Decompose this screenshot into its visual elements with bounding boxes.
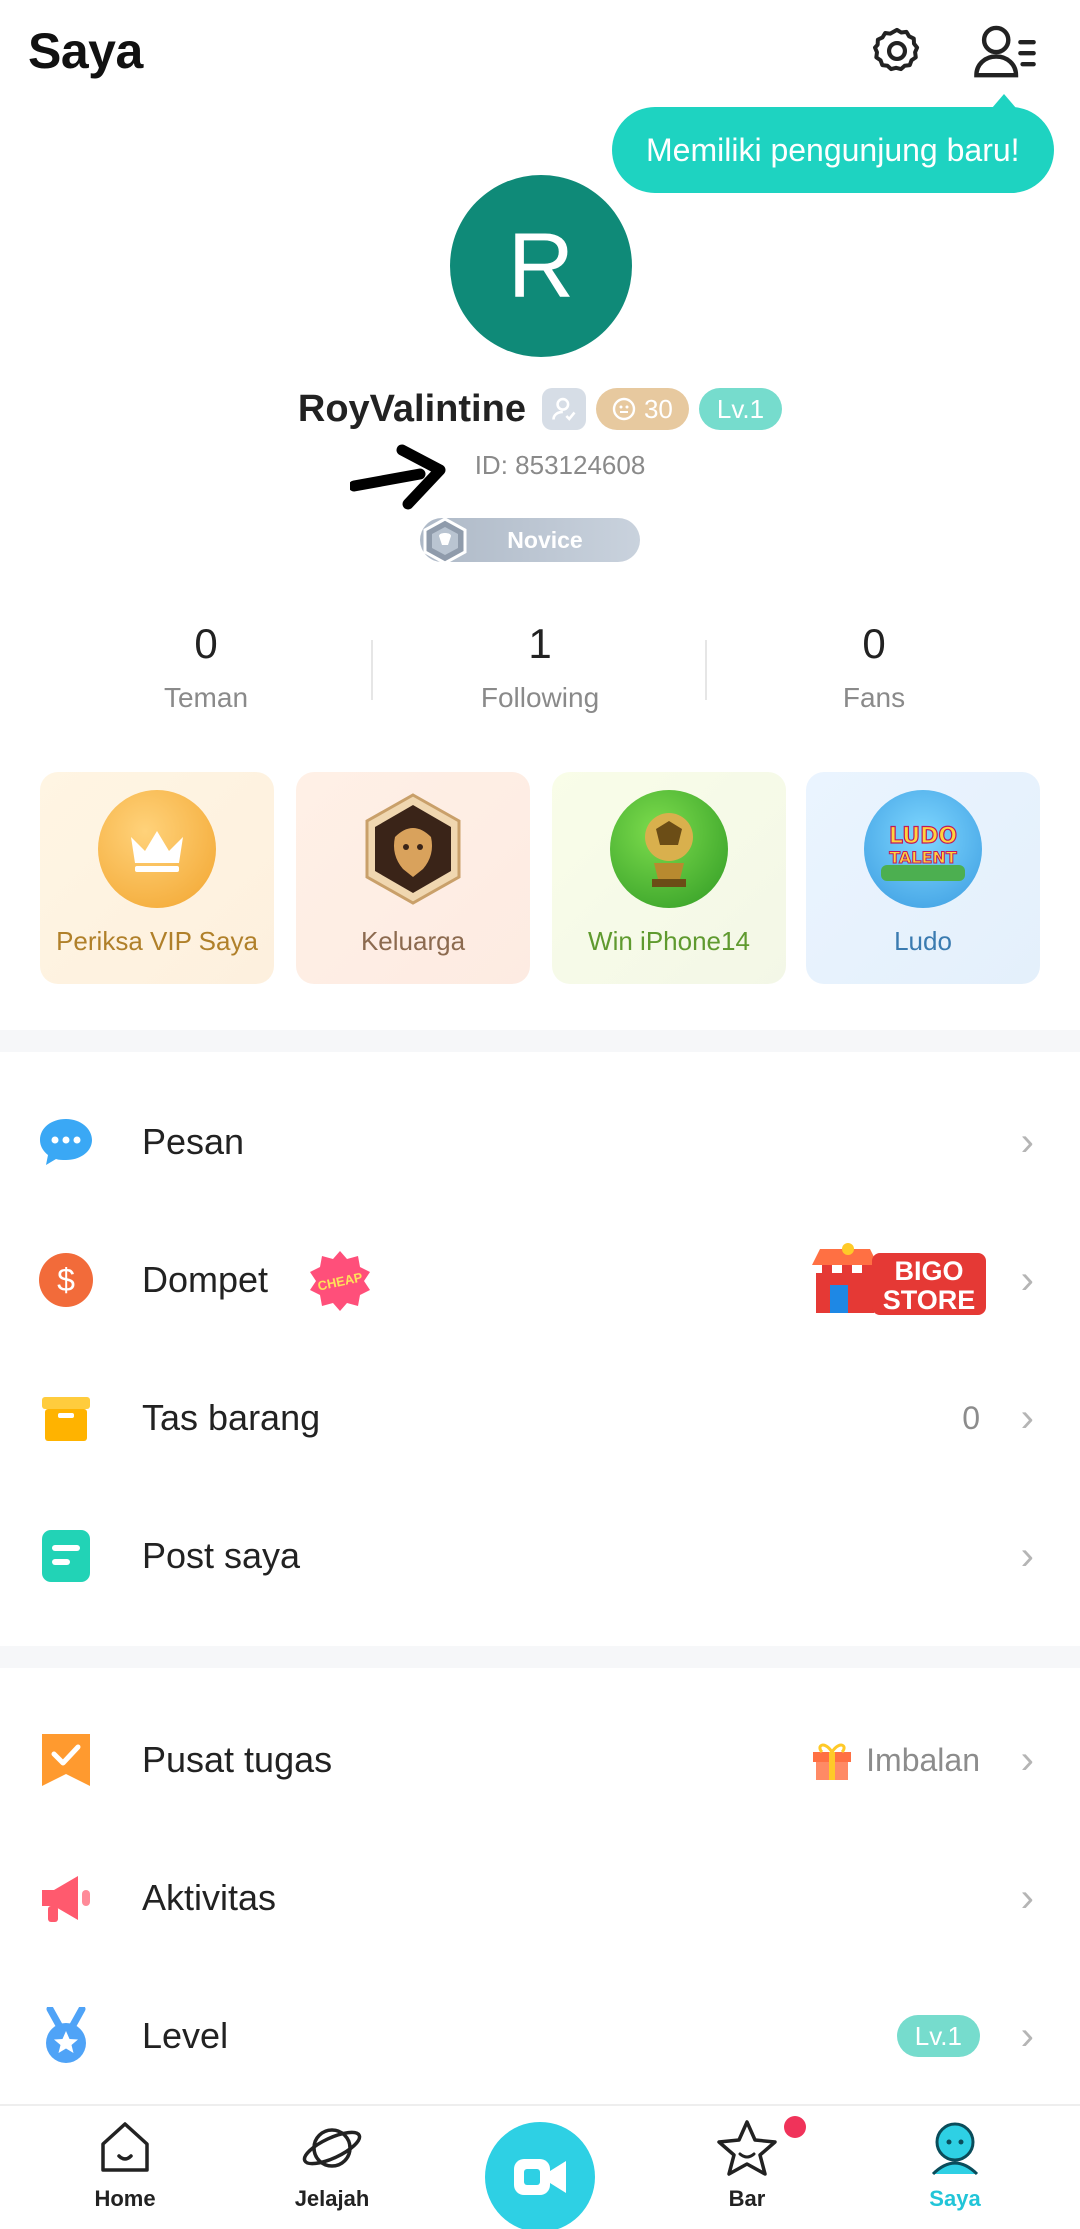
notification-dot (784, 2116, 806, 2138)
chevron-right-icon: › (1020, 1395, 1034, 1440)
nav-profile-active[interactable]: Saya (885, 2118, 1025, 2212)
card-label: Ludo (894, 926, 952, 956)
nav-explore[interactable]: Jelajah (262, 2118, 402, 2212)
stat-value: 0 (862, 620, 886, 667)
card-label: Keluarga (360, 926, 466, 956)
bigo-text: BIGO (894, 1256, 963, 1286)
menu-label: Dompet (142, 1259, 269, 1300)
reward-hint[interactable]: Imbalan (810, 1738, 980, 1782)
menu-label: Tas barang (142, 1397, 321, 1438)
lion-emblem-icon (354, 790, 472, 908)
user-id[interactable]: ID: 853124608 (0, 450, 1080, 481)
menu-item-wallet[interactable]: $ Dompet CHEAP BIGO STORE › (0, 1211, 1080, 1349)
menu-item-my-posts[interactable]: Post saya › (0, 1487, 1080, 1625)
reward-label: Imbalan (866, 1741, 980, 1778)
new-visitor-tooltip[interactable]: Memiliki pengunjung baru! (612, 107, 1054, 193)
section-divider (0, 1030, 1080, 1052)
nav-home[interactable]: Home (55, 2118, 195, 2212)
svg-text:LUDO: LUDO (889, 824, 957, 849)
level-pill: Lv.1 (896, 2015, 980, 2057)
stat-label: Teman (163, 682, 249, 713)
page-title: Saya (28, 23, 143, 79)
task-flag-icon (36, 1730, 96, 1790)
profile-name-row: RoyValintine 30 Lv.1 (0, 384, 1080, 434)
chat-bubble-icon (36, 1112, 96, 1172)
profile-active-icon (931, 2122, 979, 2176)
menu-label: Aktivitas (142, 1877, 277, 1918)
coin-count: 30 (643, 393, 673, 424)
chevron-right-icon: › (1020, 1257, 1034, 1302)
menu-label: Pesan (142, 1121, 245, 1162)
trophy-ball-icon (610, 790, 728, 908)
nav-label: Home (94, 2186, 156, 2211)
chevron-right-icon: › (1020, 1533, 1034, 1578)
rank-shield-icon (423, 517, 467, 565)
post-note-icon (36, 1526, 96, 1586)
chevron-right-icon: › (1020, 1875, 1034, 1920)
menu-item-activities[interactable]: Aktivitas › (0, 1829, 1080, 1967)
menu-item-messages[interactable]: Pesan › (0, 1073, 1080, 1211)
planet-icon (302, 2128, 362, 2168)
card-family[interactable]: Keluarga (296, 772, 530, 984)
bigo-store-logo[interactable]: BIGO STORE (810, 1243, 990, 1321)
card-win-iphone[interactable]: Win iPhone14 (552, 772, 786, 984)
ludo-talent-icon: LUDO TALENT (864, 790, 982, 908)
dollar-coin-icon: $ (36, 1250, 96, 1310)
bottom-nav: Home Jelajah Bar Saya (0, 2104, 1080, 2229)
avatar[interactable]: R (450, 175, 632, 357)
divider (371, 640, 373, 700)
username[interactable]: RoyValintine (298, 388, 526, 431)
video-camera-icon (514, 2159, 566, 2195)
verify-badge-icon[interactable] (541, 388, 586, 430)
level-pill-text: Lv.1 (896, 2015, 980, 2057)
stat-label: Following (480, 682, 600, 713)
menu-item-task-center[interactable]: Pusat tugas Imbalan › (0, 1691, 1080, 1829)
bag-count: 0 (962, 1399, 980, 1436)
menu-label: Level (142, 2015, 229, 2056)
stat-friends[interactable]: 0 Teman (86, 620, 326, 714)
card-vip[interactable]: Periksa VIP Saya (40, 772, 274, 984)
megaphone-icon (36, 1868, 96, 1928)
coin-badge[interactable]: 30 (595, 388, 689, 430)
stat-value: 0 (194, 620, 218, 667)
stat-following[interactable]: 1 Following (420, 620, 660, 714)
crown-icon (98, 790, 216, 908)
nav-label: Saya (929, 2186, 981, 2211)
settings-gear-icon[interactable] (862, 16, 932, 86)
menu-item-bag[interactable]: Tas barang 0 › (0, 1349, 1080, 1487)
svg-text:TALENT: TALENT (889, 848, 957, 867)
menu-label: Pusat tugas (142, 1739, 333, 1780)
gift-icon (813, 1743, 852, 1780)
tooltip-tail (992, 94, 1016, 108)
chevron-right-icon: › (1020, 2013, 1034, 2058)
stat-value: 1 (528, 620, 552, 667)
visitors-icon[interactable] (970, 16, 1040, 86)
coin-icon (612, 397, 636, 421)
card-label: Periksa VIP Saya (56, 926, 258, 956)
level-badge[interactable]: Lv.1 (698, 388, 783, 430)
home-icon (101, 2122, 149, 2172)
rank-label: Novice (507, 526, 583, 553)
box-icon (36, 1388, 96, 1448)
star-icon (717, 2120, 777, 2176)
medal-icon (36, 2006, 96, 2066)
section-divider (0, 1646, 1080, 1668)
card-label: Win iPhone14 (588, 926, 750, 956)
cheap-badge: CHEAP (308, 1249, 372, 1313)
menu-label: Post saya (142, 1535, 301, 1576)
svg-text:$: $ (57, 1262, 75, 1298)
nav-label: Jelajah (294, 2186, 370, 2211)
chevron-right-icon: › (1020, 1119, 1034, 1164)
stat-label: Fans (842, 682, 906, 713)
stat-fans[interactable]: 0 Fans (754, 620, 994, 714)
menu-item-level[interactable]: Level Lv.1 › (0, 1967, 1080, 2105)
card-ludo[interactable]: LUDO TALENT Ludo (806, 772, 1040, 984)
go-live-button[interactable] (485, 2122, 595, 2229)
chevron-right-icon: › (1020, 1737, 1034, 1782)
divider (705, 640, 707, 700)
nav-label: Bar (728, 2186, 766, 2211)
store-text: STORE (883, 1285, 976, 1315)
